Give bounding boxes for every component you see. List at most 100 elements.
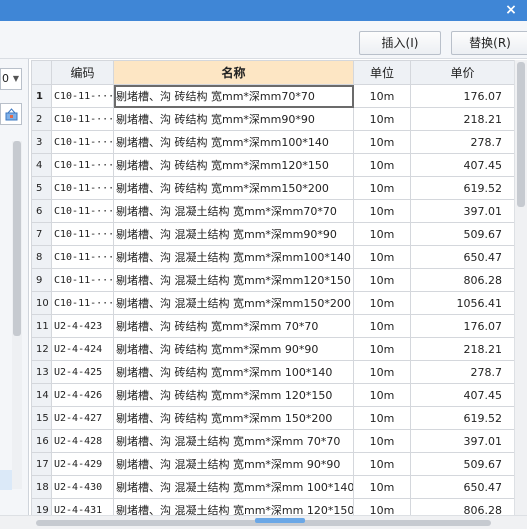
cell-unit[interactable]: 10m bbox=[353, 153, 411, 177]
cell-name[interactable]: 剔堵槽、沟 混凝土结构 宽mm*深mm90*90 bbox=[113, 222, 354, 246]
cell-price[interactable]: 218.21 bbox=[410, 107, 514, 131]
cell-name[interactable]: 剔堵槽、沟 混凝土结构 宽mm*深mm 100*140 bbox=[113, 475, 354, 499]
cell-price[interactable]: 806.28 bbox=[410, 268, 514, 292]
cell-name[interactable]: 剔堵槽、沟 砖结构 宽mm*深mm 70*70 bbox=[113, 314, 354, 338]
cell-code[interactable]: C10-11-··· bbox=[51, 84, 114, 108]
table-row[interactable]: 10 C10-11-··· 剔堵槽、沟 混凝土结构 宽mm*深mm150*200 10… bbox=[31, 291, 514, 315]
table-row[interactable]: 11 U2-4-423 剔堵槽、沟 砖结构 宽mm*深mm 70*70 10m 176.… bbox=[31, 314, 514, 338]
row-number[interactable]: 12 bbox=[31, 337, 52, 361]
table-row[interactable]: 3 C10-11-··· 剔堵槽、沟 砖结构 宽mm*深mm100*140 10m 27… bbox=[31, 130, 514, 154]
table-row[interactable]: 14 U2-4-426 剔堵槽、沟 砖结构 宽mm*深mm 120*150 10m 40… bbox=[31, 383, 514, 407]
cell-code[interactable]: C10-11-··· bbox=[51, 222, 114, 246]
cell-code[interactable]: U2-4-429 bbox=[51, 452, 114, 476]
cell-code[interactable]: C10-11-··· bbox=[51, 176, 114, 200]
cell-unit[interactable]: 10m bbox=[353, 314, 411, 338]
cell-name[interactable]: 剔堵槽、沟 砖结构 宽mm*深mm 120*150 bbox=[113, 383, 354, 407]
cell-price[interactable]: 176.07 bbox=[410, 84, 514, 108]
cell-name[interactable]: 剔堵槽、沟 混凝土结构 宽mm*深mm70*70 bbox=[113, 199, 354, 223]
cell-code[interactable]: C10-11-··· bbox=[51, 130, 114, 154]
cell-price[interactable]: 619.52 bbox=[410, 406, 514, 430]
horizontal-scrollbar[interactable] bbox=[0, 515, 527, 529]
row-number[interactable]: 17 bbox=[31, 452, 52, 476]
table-row[interactable]: 16 U2-4-428 剔堵槽、沟 混凝土结构 宽mm*深mm 70*70 10m 39… bbox=[31, 429, 514, 453]
cell-name[interactable]: 剔堵槽、沟 砖结构 宽mm*深mm100*140 bbox=[113, 130, 354, 154]
vertical-scrollbar[interactable] bbox=[514, 60, 527, 515]
cell-price[interactable]: 397.01 bbox=[410, 199, 514, 223]
cell-name[interactable]: 剔堵槽、沟 砖结构 宽mm*深mm70*70 bbox=[113, 84, 354, 108]
row-number[interactable]: 1 bbox=[31, 84, 52, 108]
cell-unit[interactable]: 10m bbox=[353, 84, 411, 108]
row-number[interactable]: 10 bbox=[31, 291, 52, 315]
row-number[interactable]: 5 bbox=[31, 176, 52, 200]
column-header-price[interactable]: 单价 bbox=[410, 60, 514, 85]
left-scrollbar[interactable] bbox=[12, 141, 22, 489]
table-row[interactable]: 15 U2-4-427 剔堵槽、沟 砖结构 宽mm*深mm 150*200 10m 61… bbox=[31, 406, 514, 430]
replace-button[interactable]: 替换(R) bbox=[451, 31, 527, 55]
table-row[interactable]: 6 C10-11-··· 剔堵槽、沟 混凝土结构 宽mm*深mm70*70 10m 39… bbox=[31, 199, 514, 223]
cell-unit[interactable]: 10m bbox=[353, 130, 411, 154]
cell-unit[interactable]: 10m bbox=[353, 176, 411, 200]
table-row[interactable]: 2 C10-11-··· 剔堵槽、沟 砖结构 宽mm*深mm90*90 10m 218.… bbox=[31, 107, 514, 131]
level-select[interactable]: 0 ▼ bbox=[0, 68, 22, 90]
cell-price[interactable]: 806.28 bbox=[410, 498, 514, 515]
row-number[interactable]: 16 bbox=[31, 429, 52, 453]
table-row[interactable]: 17 U2-4-429 剔堵槽、沟 混凝土结构 宽mm*深mm 90*90 10m 50… bbox=[31, 452, 514, 476]
cell-unit[interactable]: 10m bbox=[353, 475, 411, 499]
cell-code[interactable]: U2-4-428 bbox=[51, 429, 114, 453]
cell-unit[interactable]: 10m bbox=[353, 406, 411, 430]
cell-unit[interactable]: 10m bbox=[353, 107, 411, 131]
table-row[interactable]: 19 U2-4-431 剔堵槽、沟 混凝土结构 宽mm*深mm 120*150 10m… bbox=[31, 498, 514, 515]
cell-code[interactable]: C10-11-··· bbox=[51, 199, 114, 223]
table-row[interactable]: 13 U2-4-425 剔堵槽、沟 砖结构 宽mm*深mm 100*140 10m 27… bbox=[31, 360, 514, 384]
cell-name[interactable]: 剔堵槽、沟 混凝土结构 宽mm*深mm120*150 bbox=[113, 268, 354, 292]
cell-code[interactable]: U2-4-427 bbox=[51, 406, 114, 430]
close-icon[interactable]: × bbox=[495, 0, 527, 21]
cell-code[interactable]: C10-11-··· bbox=[51, 291, 114, 315]
vertical-scrollbar-thumb[interactable] bbox=[517, 62, 525, 207]
row-number[interactable]: 9 bbox=[31, 268, 52, 292]
cell-price[interactable]: 218.21 bbox=[410, 337, 514, 361]
cell-name[interactable]: 剔堵槽、沟 混凝土结构 宽mm*深mm 120*150 bbox=[113, 498, 354, 515]
column-header-name[interactable]: 名称 bbox=[113, 60, 354, 85]
cell-price[interactable]: 619.52 bbox=[410, 176, 514, 200]
table-row[interactable]: 4 C10-11-··· 剔堵槽、沟 砖结构 宽mm*深mm120*150 10m 40… bbox=[31, 153, 514, 177]
table-row[interactable]: 5 C10-11-··· 剔堵槽、沟 砖结构 宽mm*深mm150*200 10m 61… bbox=[31, 176, 514, 200]
cell-unit[interactable]: 10m bbox=[353, 383, 411, 407]
row-number[interactable]: 13 bbox=[31, 360, 52, 384]
cell-code[interactable]: C10-11-··· bbox=[51, 107, 114, 131]
cell-code[interactable]: U2-4-430 bbox=[51, 475, 114, 499]
row-number[interactable]: 18 bbox=[31, 475, 52, 499]
row-number[interactable]: 11 bbox=[31, 314, 52, 338]
row-number[interactable]: 6 bbox=[31, 199, 52, 223]
row-number[interactable]: 14 bbox=[31, 383, 52, 407]
row-number[interactable]: 15 bbox=[31, 406, 52, 430]
table-row[interactable]: 12 U2-4-424 剔堵槽、沟 砖结构 宽mm*深mm 90*90 10m 218.… bbox=[31, 337, 514, 361]
resize-grip[interactable] bbox=[255, 518, 305, 523]
cell-price[interactable]: 407.45 bbox=[410, 153, 514, 177]
cell-price[interactable]: 1056.41 bbox=[410, 291, 514, 315]
row-number[interactable]: 2 bbox=[31, 107, 52, 131]
table-row[interactable]: 9 C10-11-··· 剔堵槽、沟 混凝土结构 宽mm*深mm120*150 10m… bbox=[31, 268, 514, 292]
cell-code[interactable]: C10-11-··· bbox=[51, 153, 114, 177]
row-number[interactable]: 19 bbox=[31, 498, 52, 515]
row-number[interactable]: 8 bbox=[31, 245, 52, 269]
row-number[interactable]: 3 bbox=[31, 130, 52, 154]
cell-price[interactable]: 397.01 bbox=[410, 429, 514, 453]
cell-code[interactable]: U2-4-423 bbox=[51, 314, 114, 338]
cell-code[interactable]: U2-4-425 bbox=[51, 360, 114, 384]
cell-code[interactable]: U2-4-431 bbox=[51, 498, 114, 515]
cell-name[interactable]: 剔堵槽、沟 砖结构 宽mm*深mm 150*200 bbox=[113, 406, 354, 430]
cell-name[interactable]: 剔堵槽、沟 砖结构 宽mm*深mm 100*140 bbox=[113, 360, 354, 384]
cell-code[interactable]: C10-11-··· bbox=[51, 268, 114, 292]
table-row[interactable]: 8 C10-11-··· 剔堵槽、沟 混凝土结构 宽mm*深mm100*140 10m… bbox=[31, 245, 514, 269]
cell-unit[interactable]: 10m bbox=[353, 452, 411, 476]
cell-name[interactable]: 剔堵槽、沟 砖结构 宽mm*深mm120*150 bbox=[113, 153, 354, 177]
cell-code[interactable]: C10-11-··· bbox=[51, 245, 114, 269]
cell-name[interactable]: 剔堵槽、沟 混凝土结构 宽mm*深mm 70*70 bbox=[113, 429, 354, 453]
left-scrollbar-thumb[interactable] bbox=[13, 141, 21, 336]
cell-unit[interactable]: 10m bbox=[353, 199, 411, 223]
cell-name[interactable]: 剔堵槽、沟 砖结构 宽mm*深mm150*200 bbox=[113, 176, 354, 200]
row-number[interactable]: 7 bbox=[31, 222, 52, 246]
cell-price[interactable]: 278.7 bbox=[410, 360, 514, 384]
filter-button[interactable] bbox=[0, 103, 22, 125]
